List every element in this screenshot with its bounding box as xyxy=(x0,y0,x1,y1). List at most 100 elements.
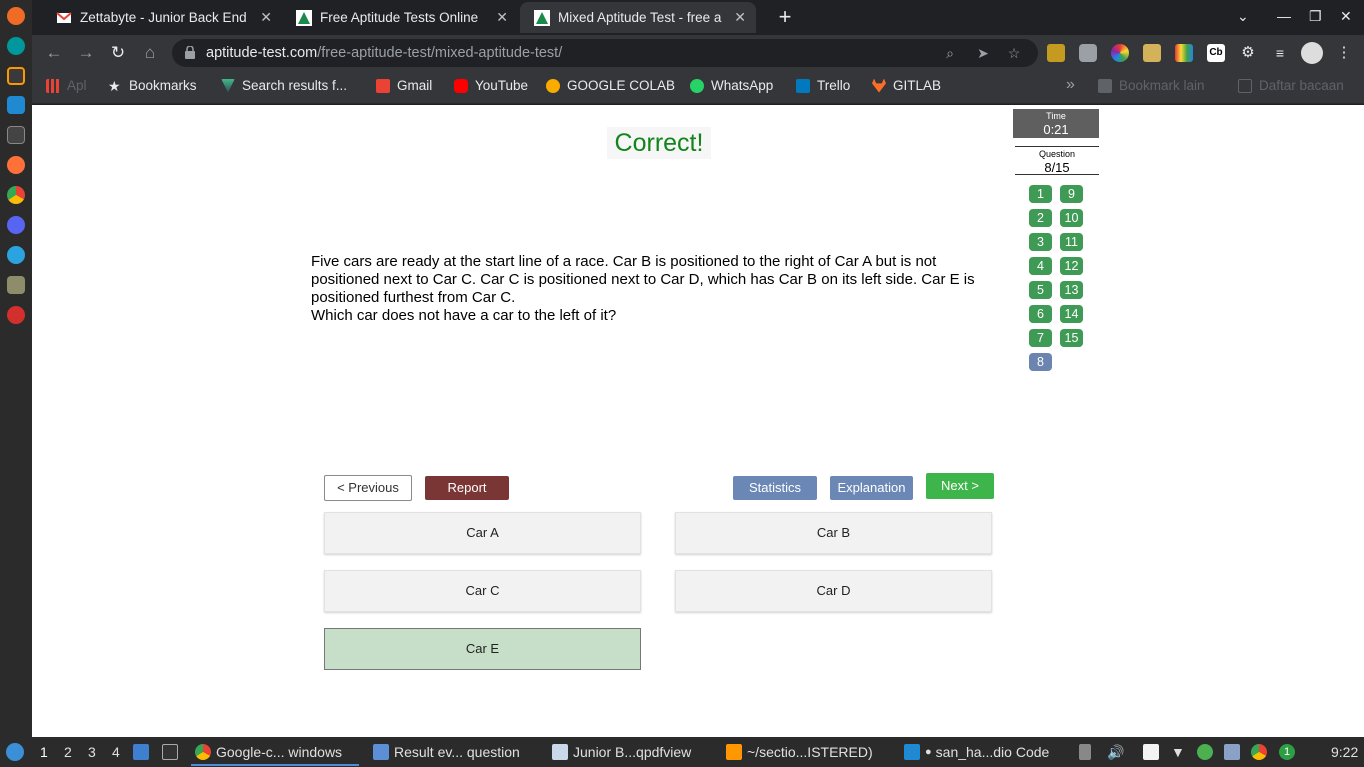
reading-list[interactable]: Daftar bacaan xyxy=(1238,78,1344,93)
taskbar-app-sublime[interactable]: ~/sectio...ISTERED) xyxy=(726,744,873,760)
terminal-icon[interactable] xyxy=(7,126,25,144)
close-icon[interactable]: ✕ xyxy=(260,9,272,26)
avatar[interactable] xyxy=(1301,42,1323,64)
tab-search-icon[interactable]: ⌄ xyxy=(1237,8,1249,25)
question-number-5[interactable]: 5 xyxy=(1029,281,1052,299)
question-number-6[interactable]: 6 xyxy=(1029,305,1052,323)
bookmark-label: Gmail xyxy=(397,78,433,93)
tab-free-aptitude[interactable]: Free Aptitude Tests Online ✕ xyxy=(282,2,518,33)
question-number-9[interactable]: 9 xyxy=(1060,185,1083,203)
restore-icon[interactable]: ❐ xyxy=(1309,8,1322,25)
close-icon[interactable]: ✕ xyxy=(734,9,746,26)
bookmark-youtube[interactable]: YouTube xyxy=(454,78,528,93)
address-bar[interactable]: aptitude-test.com/free-aptitude-test/mix… xyxy=(172,39,1038,67)
new-tab-button[interactable]: + xyxy=(772,4,798,30)
close-icon[interactable]: ✕ xyxy=(496,9,508,26)
show-desktop-icon[interactable] xyxy=(133,744,154,760)
bookmark-search-results[interactable]: Search results f... xyxy=(221,78,347,93)
color-picker-icon[interactable] xyxy=(1111,44,1129,62)
bookmark-gitlab[interactable]: GITLAB xyxy=(872,78,941,93)
statistics-button[interactable]: Statistics xyxy=(733,476,817,500)
previous-button[interactable]: < Previous xyxy=(324,475,412,501)
question-number-12[interactable]: 12 xyxy=(1060,257,1083,275)
taskbar-app-vscode[interactable]: ● san_ha...dio Code xyxy=(904,744,1049,760)
question-number-15[interactable]: 15 xyxy=(1060,329,1083,347)
next-button[interactable]: Next > xyxy=(926,473,994,499)
question-number-4[interactable]: 4 xyxy=(1029,257,1052,275)
question-number-14[interactable]: 14 xyxy=(1060,305,1083,323)
close-window-icon[interactable]: ✕ xyxy=(1340,8,1352,25)
taskbar-app-pdf[interactable]: Junior B...qpdfview xyxy=(552,744,691,760)
discord-icon[interactable] xyxy=(7,216,25,234)
workspace-3[interactable]: 3 xyxy=(88,744,96,760)
chrome-icon[interactable] xyxy=(7,186,25,204)
start-menu-icon[interactable] xyxy=(6,743,29,761)
tab-zettabyte[interactable]: Zettabyte - Junior Back End ✕ xyxy=(42,2,282,33)
workspace-1[interactable]: 1 xyxy=(40,744,48,760)
workspace-4[interactable]: 4 xyxy=(112,744,120,760)
pencil-app-icon[interactable] xyxy=(7,7,25,25)
answer-option[interactable]: Car B xyxy=(675,512,992,554)
question-number-1[interactable]: 1 xyxy=(1029,185,1052,203)
bookmark-whatsapp[interactable]: WhatsApp xyxy=(690,78,773,93)
vscode-icon[interactable] xyxy=(7,96,25,114)
send-icon[interactable]: ➤ xyxy=(975,45,991,61)
answer-option[interactable]: Car A xyxy=(324,512,641,554)
bookmark-colab[interactable]: GOOGLE COLAB xyxy=(546,78,675,93)
bookmark-bookmarks[interactable]: ★ Bookmarks xyxy=(108,78,197,93)
bookmark-trello[interactable]: Trello xyxy=(796,78,850,93)
sublime-icon[interactable] xyxy=(7,67,25,85)
question-number-10[interactable]: 10 xyxy=(1060,209,1083,227)
camera-icon[interactable] xyxy=(1079,44,1097,62)
tab-mixed-aptitude[interactable]: Mixed Aptitude Test - free a ✕ xyxy=(520,2,756,33)
clock[interactable]: 9:22 xyxy=(1331,744,1358,760)
archive-icon[interactable] xyxy=(7,276,25,294)
tray-wifi-icon[interactable]: ▼ xyxy=(1171,744,1185,760)
minimize-icon[interactable]: — xyxy=(1277,8,1291,24)
question-number-7[interactable]: 7 xyxy=(1029,329,1052,347)
question-number-3[interactable]: 3 xyxy=(1029,233,1052,251)
reload-icon[interactable]: ↻ xyxy=(108,43,128,63)
answer-option[interactable]: Car D xyxy=(675,570,992,612)
bookmarks-overflow-icon[interactable]: » xyxy=(1066,76,1075,94)
zoom-icon[interactable]: ⌕ xyxy=(942,45,958,61)
taskbar-app-chrome[interactable]: Google-c... windows xyxy=(195,744,342,760)
bookmark-apps[interactable]: Apl xyxy=(46,78,87,93)
firefox-icon[interactable] xyxy=(7,156,25,174)
star-icon[interactable]: ☆ xyxy=(1006,45,1022,61)
arduino-icon[interactable] xyxy=(7,37,25,55)
report-button[interactable]: Report xyxy=(425,476,509,500)
tray-app-icon[interactable] xyxy=(1197,744,1218,760)
tray-display-icon[interactable] xyxy=(1224,744,1245,760)
puzzle-icon[interactable]: ⚙ xyxy=(1239,44,1257,62)
tray-clipboard-icon[interactable] xyxy=(1079,744,1096,760)
media-icon[interactable]: ≡ xyxy=(1271,44,1289,62)
tray-chrome-icon[interactable] xyxy=(1251,744,1272,760)
cb-extension-icon[interactable]: Cb xyxy=(1207,44,1225,62)
tab-title: Free Aptitude Tests Online xyxy=(320,10,479,25)
question-number-11[interactable]: 11 xyxy=(1060,233,1083,251)
tray-volume-icon[interactable]: 🔊 xyxy=(1107,744,1124,761)
answer-option-correct[interactable]: Car E xyxy=(324,628,641,670)
menu-icon[interactable]: ⋮ xyxy=(1335,44,1353,62)
extension-folder-icon[interactable] xyxy=(1047,44,1065,62)
back-icon[interactable]: ← xyxy=(44,43,64,63)
workspace-2[interactable]: 2 xyxy=(64,744,72,760)
answer-option[interactable]: Car C xyxy=(324,570,641,612)
taskbar-app-files[interactable]: Result ev... question xyxy=(373,744,520,760)
question-number-2[interactable]: 2 xyxy=(1029,209,1052,227)
home-icon[interactable]: ⌂ xyxy=(140,43,160,63)
terminal-launcher-icon[interactable] xyxy=(162,744,183,760)
other-bookmarks[interactable]: Bookmark lain xyxy=(1098,78,1205,93)
bookmark-gmail[interactable]: Gmail xyxy=(376,78,432,93)
power-icon[interactable] xyxy=(7,306,25,324)
explanation-button[interactable]: Explanation xyxy=(830,476,913,500)
telegram-icon[interactable] xyxy=(7,246,25,264)
tray-notification-badge[interactable]: 1 xyxy=(1279,744,1295,760)
question-number-13[interactable]: 13 xyxy=(1060,281,1083,299)
palette-icon[interactable] xyxy=(1175,44,1193,62)
question-number-8[interactable]: 8 xyxy=(1029,353,1052,371)
image-icon[interactable] xyxy=(1143,44,1161,62)
forward-icon[interactable]: → xyxy=(76,43,96,63)
tray-notes-icon[interactable] xyxy=(1143,744,1164,760)
